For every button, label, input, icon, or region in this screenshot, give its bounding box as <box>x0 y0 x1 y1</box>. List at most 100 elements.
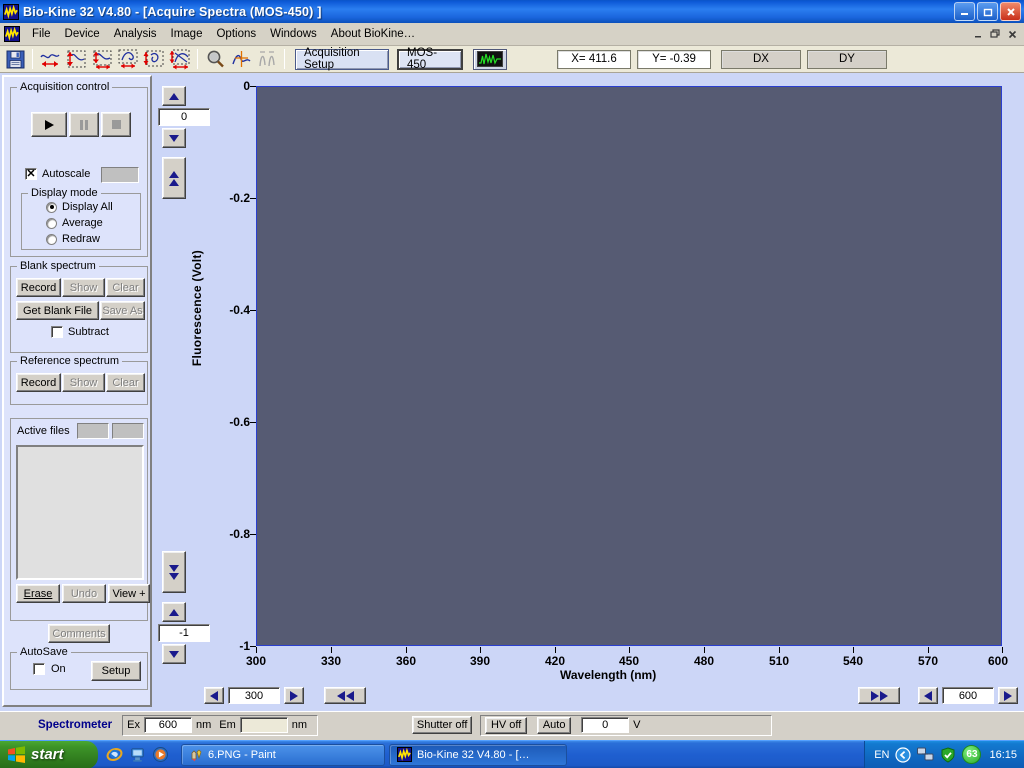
mdi-restore-button[interactable] <box>987 27 1003 42</box>
internet-explorer-icon[interactable] <box>106 746 123 763</box>
x-tick-label-0: 300 <box>232 654 280 668</box>
y-max-down-button[interactable] <box>162 128 186 148</box>
x-zoom-out-button[interactable] <box>324 687 366 704</box>
em-input[interactable] <box>240 717 288 733</box>
autosave-on-checkbox[interactable] <box>33 663 45 675</box>
mdi-close-button[interactable] <box>1004 27 1020 42</box>
reference-clear-button[interactable]: Clear <box>106 373 145 392</box>
menu-item-options[interactable]: Options <box>209 25 263 43</box>
media-player-icon[interactable] <box>152 746 169 763</box>
y-tick-mark-2 <box>250 310 256 311</box>
blank-save-as-button[interactable]: Save As <box>100 301 145 320</box>
scale-y-icon[interactable] <box>63 48 89 71</box>
x-max-input[interactable]: 600 <box>942 687 994 704</box>
acquisition-setup-button[interactable]: Acquisition Setup <box>295 49 389 70</box>
radio-display-all[interactable] <box>46 202 57 213</box>
two-peaks-icon[interactable] <box>254 48 280 71</box>
menu-item-analysis[interactable]: Analysis <box>107 25 164 43</box>
x-min-left-button[interactable] <box>204 687 224 704</box>
active-files-list[interactable] <box>16 445 144 580</box>
peak-marker-icon[interactable] <box>228 48 254 71</box>
x-min-right-button[interactable] <box>284 687 304 704</box>
save-icon[interactable] <box>2 48 28 71</box>
x-max-left-button[interactable] <box>918 687 938 704</box>
active-files-field-b[interactable] <box>112 423 144 439</box>
zoom-box-icon[interactable] <box>167 48 193 71</box>
radio-average[interactable] <box>46 218 57 229</box>
subtract-checkbox[interactable] <box>51 326 63 338</box>
task-paint[interactable]: 6.PNG - Paint <box>181 744 385 766</box>
scale-x-icon[interactable] <box>37 48 63 71</box>
y-min-input[interactable]: -1 <box>158 624 210 642</box>
reference-record-button[interactable]: Record <box>16 373 61 392</box>
radio-redraw[interactable] <box>46 234 57 245</box>
show-desktop-icon[interactable] <box>129 746 146 763</box>
start-button[interactable]: start <box>0 741 98 768</box>
x-tick-label-2: 360 <box>382 654 430 668</box>
blank-record-button[interactable]: Record <box>16 278 61 297</box>
pause-button[interactable] <box>69 112 99 137</box>
hv-button[interactable]: HV off <box>485 717 527 734</box>
undo-button[interactable]: Undo <box>62 584 106 603</box>
shutter-button[interactable]: Shutter off <box>412 716 472 734</box>
zoom-y-icon[interactable] <box>141 48 167 71</box>
zoom-x-icon[interactable] <box>115 48 141 71</box>
menu-item-device[interactable]: Device <box>58 25 107 43</box>
autosave-setup-button[interactable]: Setup <box>91 661 141 681</box>
y-zoom-out-button[interactable] <box>162 551 186 593</box>
device-button[interactable]: MOS-450 <box>397 49 463 70</box>
minimize-button[interactable] <box>954 2 975 21</box>
play-button[interactable] <box>31 112 67 137</box>
autoscale-value-field[interactable] <box>101 167 139 183</box>
magnifier-icon[interactable] <box>202 48 228 71</box>
erase-button[interactable]: Erase <box>16 584 60 603</box>
get-blank-file-button[interactable]: Get Blank File <box>16 301 99 320</box>
comments-button[interactable]: Comments <box>48 624 110 643</box>
scale-xy-icon[interactable] <box>89 48 115 71</box>
x-min-input[interactable]: 300 <box>228 687 280 704</box>
menu-item-file[interactable]: File <box>25 25 58 43</box>
tray-language[interactable]: EN <box>874 749 889 761</box>
y-tick-mark-0 <box>250 86 256 87</box>
active-files-field-a[interactable] <box>77 423 109 439</box>
x-max-right-button[interactable] <box>998 687 1018 704</box>
x-zoom-in-button[interactable] <box>858 687 900 704</box>
reference-show-button[interactable]: Show <box>62 373 105 392</box>
battery-badge[interactable]: 63 <box>962 745 981 764</box>
active-files-group: Active files Erase Undo View + <box>10 418 148 621</box>
close-button[interactable] <box>1000 2 1021 21</box>
window-title: Bio-Kine 32 V4.80 - [Acquire Spectra (MO… <box>23 5 322 19</box>
x-max-value: 600 <box>959 690 977 702</box>
mdi-child-icon[interactable] <box>4 26 20 42</box>
y-zoom-in-button[interactable] <box>162 157 186 199</box>
spectrum-plot[interactable] <box>256 86 1002 646</box>
show-hidden-icon[interactable] <box>895 747 911 763</box>
auto-button[interactable]: Auto <box>537 717 571 734</box>
y-max-input[interactable]: 0 <box>158 108 210 126</box>
autoscale-checkbox[interactable]: ✕ <box>25 168 37 180</box>
clock[interactable]: 16:15 <box>989 749 1017 761</box>
menu-bar: File Device Analysis Image Options Windo… <box>0 23 1024 46</box>
y-min-down-button[interactable] <box>162 644 186 664</box>
x-readout[interactable]: X= 411.6 <box>557 50 631 69</box>
menu-item-windows[interactable]: Windows <box>263 25 324 43</box>
menu-item-about[interactable]: About BioKine… <box>324 25 422 43</box>
y-readout[interactable]: Y= -0.39 <box>637 50 711 69</box>
task-biokine[interactable]: Bio-Kine 32 V4.80 - [… <box>389 744 567 766</box>
security-shield-icon[interactable] <box>940 747 956 763</box>
stop-button[interactable] <box>101 112 131 137</box>
mdi-minimize-button[interactable] <box>970 27 986 42</box>
menu-item-image[interactable]: Image <box>164 25 210 43</box>
y-min-up-button[interactable] <box>162 602 186 622</box>
network-icon[interactable] <box>917 747 934 762</box>
maximize-button[interactable] <box>977 2 998 21</box>
ex-input[interactable]: 600 <box>144 717 192 733</box>
blank-show-button[interactable]: Show <box>62 278 105 297</box>
view-plus-button[interactable]: View + <box>108 584 150 603</box>
blank-clear-button[interactable]: Clear <box>106 278 145 297</box>
oscilloscope-icon[interactable] <box>473 49 507 70</box>
y-max-up-button[interactable] <box>162 86 186 106</box>
arrow-right-icon-2 <box>1004 691 1012 701</box>
y-tick-mark-3 <box>250 422 256 423</box>
voltage-input[interactable]: 0 <box>581 717 629 733</box>
